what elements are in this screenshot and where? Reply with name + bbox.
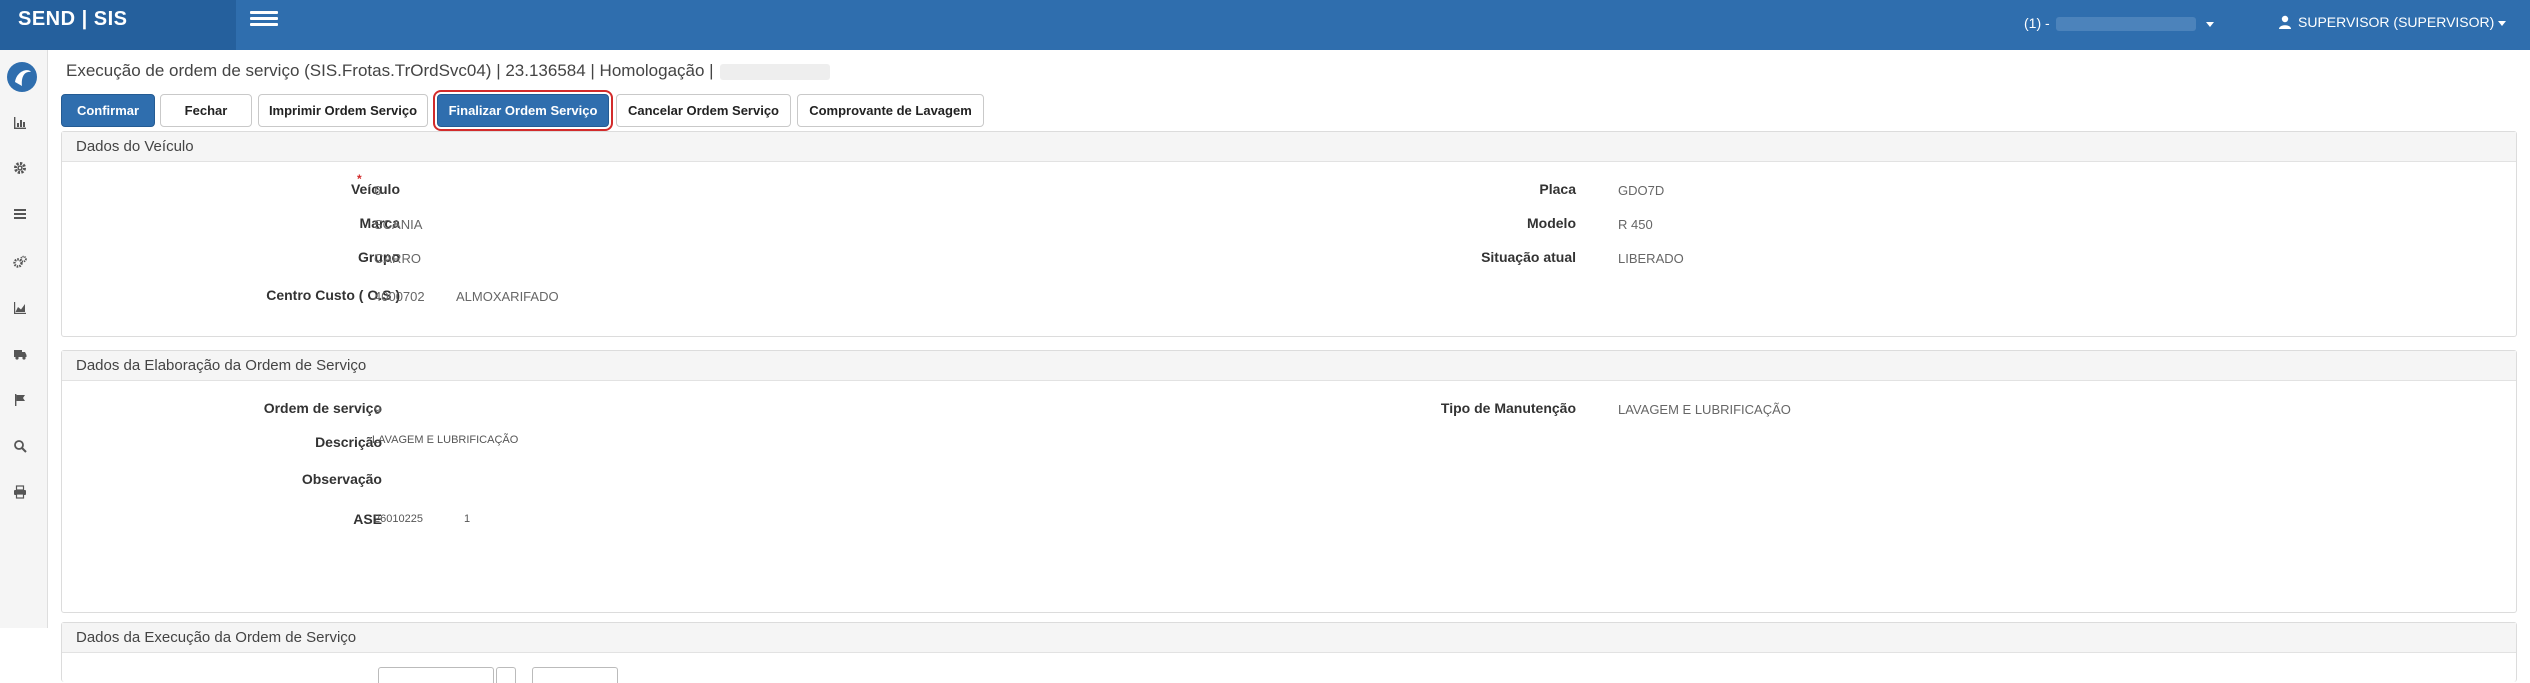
area-chart-icon[interactable] [10, 301, 30, 321]
confirm-button[interactable]: Confirmar [61, 94, 155, 127]
gear-icon[interactable] [10, 161, 30, 181]
brand-value: SCANIA [374, 217, 423, 232]
close-button[interactable]: Fechar [160, 94, 252, 127]
print-os-button[interactable]: Imprimir Ordem Serviço [258, 94, 428, 127]
page-title: Execução de ordem de serviço (SIS.Frotas… [66, 61, 830, 81]
maintenance-type-label: Tipo de Manutenção [1440, 400, 1576, 416]
vehicle-value[interactable]: 6 [374, 183, 381, 198]
company-selector[interactable]: (1) - [2024, 15, 2214, 32]
app-logo-icon[interactable] [5, 60, 39, 94]
flag-icon[interactable] [10, 393, 30, 413]
group-value: CARRO [374, 251, 421, 266]
plate-label: Placa [1539, 181, 1576, 197]
required-marker: * [357, 172, 362, 186]
brand-logo-text[interactable]: SEND | SIS [18, 8, 128, 31]
finish-os-button[interactable]: Finalizar Ordem Serviço [437, 94, 609, 127]
environment-name-redacted [719, 63, 830, 80]
sidebar [0, 50, 48, 628]
bar-chart-icon[interactable] [10, 116, 30, 136]
execution-time-input[interactable] [532, 667, 618, 683]
hamburger-menu-icon[interactable] [246, 8, 282, 30]
model-value: R 450 [1618, 217, 1653, 232]
user-menu[interactable]: SUPERVISOR (SUPERVISOR) [2278, 14, 2507, 30]
top-navbar: SEND | SIS (1) - SUPERVISOR (SUPERVISOR) [0, 0, 2530, 50]
gears-icon[interactable] [10, 255, 30, 275]
observation-label: Observação [301, 471, 382, 487]
status-value: LIBERADO [1618, 251, 1684, 266]
list-icon[interactable] [10, 207, 30, 227]
elaboration-panel-heading: Dados da Elaboração da Ordem de Serviço [62, 351, 2516, 381]
vehicle-panel: Dados do Veículo Veículo * 6 Marca SCANI… [61, 131, 2517, 337]
wash-receipt-button[interactable]: Comprovante de Lavagem [797, 94, 984, 127]
company-name-redacted [2055, 17, 2196, 32]
description-value: LAVAGEM E LUBRIFICAÇÃO [372, 434, 519, 446]
elaboration-panel: Dados da Elaboração da Ordem de Serviço … [61, 350, 2517, 613]
service-order-label: Ordem de serviço [263, 400, 382, 416]
plate-value: GDO7D [1618, 183, 1665, 198]
user-icon [2279, 15, 2291, 29]
truck-icon[interactable] [10, 347, 30, 367]
brand-area: SEND | SIS [0, 0, 236, 50]
cost-center-name: ALMOXARIFADO [456, 289, 559, 304]
user-name: SUPERVISOR (SUPERVISOR) [2298, 14, 2495, 30]
ase-sequence: 1 [464, 513, 471, 525]
model-label: Modelo [1527, 215, 1576, 231]
cost-center-code[interactable]: 4000702 [374, 289, 425, 304]
cancel-os-button[interactable]: Cancelar Ordem Serviço [616, 94, 791, 127]
maintenance-type-value: LAVAGEM E LUBRIFICAÇÃO [1618, 402, 1791, 417]
page-title-text: Execução de ordem de serviço (SIS.Frotas… [66, 61, 714, 80]
status-label: Situação atual [1481, 249, 1576, 265]
chevron-down-icon [2205, 21, 2214, 27]
calendar-icon[interactable] [496, 667, 516, 683]
main-content: Execução de ordem de serviço (SIS.Frotas… [48, 50, 2530, 683]
search-icon[interactable] [10, 439, 30, 459]
execution-date-input[interactable] [378, 667, 494, 683]
company-selector-label: (1) - [2024, 15, 2050, 31]
vehicle-panel-heading: Dados do Veículo [62, 132, 2516, 162]
chevron-down-icon [2498, 20, 2507, 26]
service-order-value: 9 [374, 402, 382, 417]
ase-code: 26010225 [374, 513, 423, 525]
print-icon[interactable] [10, 485, 30, 505]
execution-panel: Dados da Execução da Ordem de Serviço [61, 622, 2517, 683]
